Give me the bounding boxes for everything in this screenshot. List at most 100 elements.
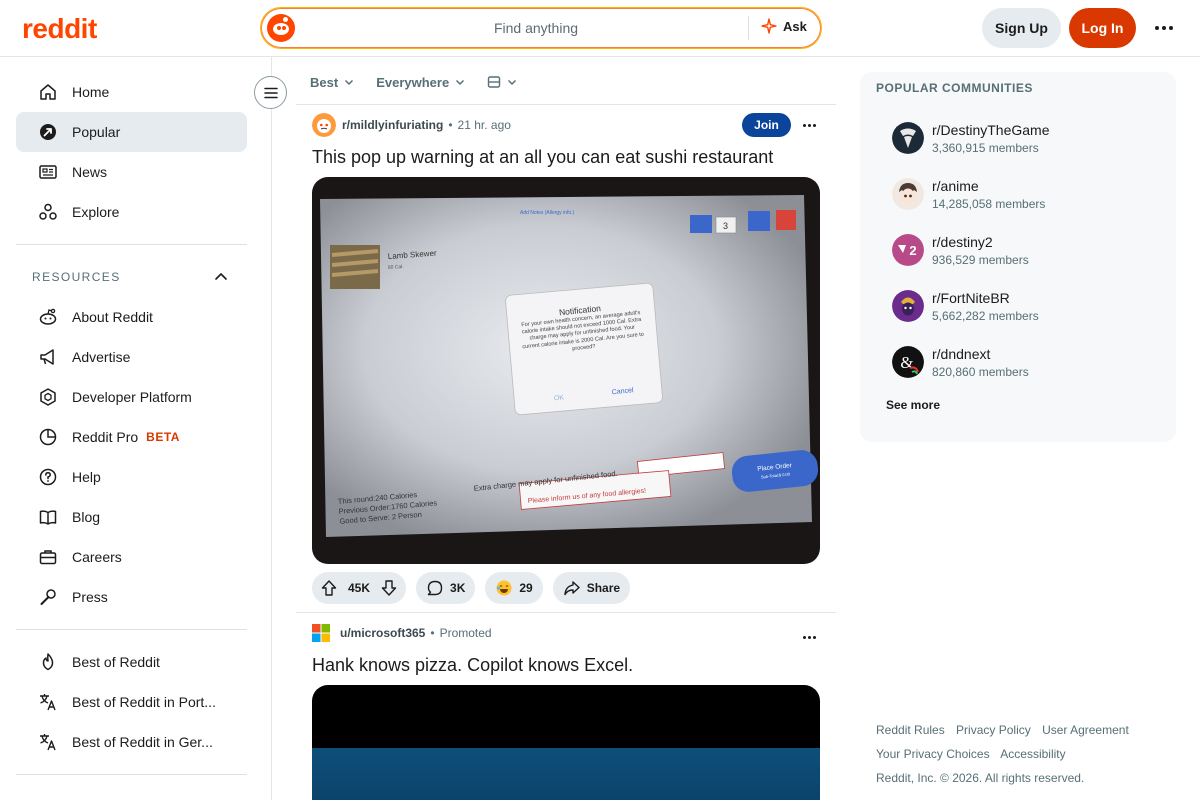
explore-icon [39,203,57,220]
sidebar-item-help[interactable]: Help [16,457,247,497]
laughing-award-icon [496,580,512,596]
sidebar-item-press[interactable]: Press [16,577,247,617]
subreddit-name[interactable]: r/mildlyinfuriating [342,118,443,132]
popular-icon [40,124,56,140]
footer-link-accessibility[interactable]: Accessibility [1000,747,1065,761]
post-divider [296,612,836,613]
comments-button[interactable]: 3K [416,572,476,604]
sidebar-item-label: Advertise [72,349,131,365]
sidebar-item-developer-platform[interactable]: Developer Platform [16,377,247,417]
footer-row: Reddit Rules Privacy Policy User Agreeme… [876,718,1176,742]
hexagon-icon [40,388,56,406]
view-dropdown[interactable] [487,75,517,89]
join-button[interactable]: Join [742,113,791,137]
chevron-up-icon[interactable] [214,271,228,281]
sidebar-item-about-reddit[interactable]: About Reddit [16,297,247,337]
community-item[interactable]: & r/dndnext 820,860 members [892,346,1142,386]
footer-link-privacy-policy[interactable]: Privacy Policy [956,723,1031,737]
subreddit-icon[interactable] [312,113,336,137]
post-more-icon[interactable] [803,633,819,641]
sidebar-item-home[interactable]: Home [16,72,247,112]
microsoft-logo-icon[interactable] [312,624,330,642]
book-icon [39,510,57,525]
feed-divider [296,104,836,105]
sidebar-item-label: Best of Reddit in Port... [72,694,216,710]
location-dropdown[interactable]: Everywhere [376,75,465,90]
see-more-button[interactable]: See more [886,398,940,412]
footer-row: Your Privacy Choices Accessibility [876,742,1176,766]
meta-separator: • [448,118,453,132]
vote-count: 45K [348,581,371,595]
home-icon [40,84,56,100]
video-frame [312,748,820,800]
chevron-down-icon [345,79,354,86]
post-meta: r/mildlyinfuriating • 21 hr. ago [312,113,511,137]
community-item[interactable]: r/anime 14,285,058 members [892,178,1142,218]
item-cal: 80 Cal. [388,264,404,271]
community-item[interactable]: r/DestinyTheGame 3,360,915 members [892,122,1142,162]
post-more-icon[interactable] [803,121,819,129]
dndnext-icon: & [892,346,924,378]
sort-dropdown[interactable]: Best [310,75,354,90]
search-bar[interactable]: Ask [260,7,822,49]
community-members: 14,285,058 members [932,197,1046,211]
community-members: 820,860 members [932,365,1029,379]
sort-label: Best [310,74,339,90]
sidebar-item-explore[interactable]: Explore [16,192,247,232]
footer-link-reddit-rules[interactable]: Reddit Rules [876,723,945,737]
award-count: 29 [519,581,533,595]
post-title[interactable]: Hank knows pizza. Copilot knows Excel. [312,655,633,676]
sidebar-item-label: Reddit Pro [72,429,139,445]
award-button[interactable]: 29 [485,572,543,604]
sidebar-item-popular[interactable]: Popular [16,112,247,152]
upvote-icon[interactable] [320,579,338,597]
downvote-icon[interactable] [380,579,398,597]
snoo-icon [267,14,295,42]
resources-header[interactable]: RESOURCES [32,270,121,284]
sparkle-icon [761,18,777,34]
footer: Reddit Rules Privacy Policy User Agreeme… [876,718,1176,790]
sidebar-item-label: Home [72,84,110,100]
briefcase-icon [39,550,57,565]
sidebar-item-blog[interactable]: Blog [16,497,247,537]
community-name: r/destiny2 [932,234,993,250]
tablet-photo: Add Notes (Allergy info.) 3 Lamb Skewer … [312,177,820,564]
more-options-icon[interactable] [1151,16,1177,40]
sidebar-item-advertise[interactable]: Advertise [16,337,247,377]
sidebar-item-reddit-pro[interactable]: Reddit Pro BETA [16,417,247,457]
qty-value: 3 [723,221,728,231]
promoted-video[interactable] [312,685,820,800]
log-in-button[interactable]: Log In [1069,8,1136,48]
sidebar-item-best-of-reddit-portuguese[interactable]: Best of Reddit in Port... [16,682,247,722]
community-item[interactable]: r/FortNiteBR 5,662,282 members [892,290,1142,330]
dnd-glyph: & [900,353,913,372]
translate-icon [40,734,56,751]
left-sidebar: Home Popular News Explore RESOURCES Abou… [0,57,272,800]
sidebar-item-label: Popular [72,124,121,140]
sidebar-item-label: Best of Reddit [72,654,160,670]
sidebar-item-careers[interactable]: Careers [16,537,247,577]
post-title[interactable]: This pop up warning at an all you can ea… [312,147,773,168]
sidebar-item-label: Careers [72,549,122,565]
search-input[interactable] [311,8,761,47]
anime-icon [892,178,924,210]
sign-up-button[interactable]: Sign Up [982,8,1061,48]
sidebar-item-label: Best of Reddit in Ger... [72,734,213,750]
sidebar-item-news[interactable]: News [16,152,247,192]
footer-link-privacy-choices[interactable]: Your Privacy Choices [876,747,990,761]
sidebar-item-best-of-reddit[interactable]: Best of Reddit [16,642,247,682]
community-name: r/anime [932,178,979,194]
share-button[interactable]: Share [552,572,631,604]
user-name[interactable]: u/microsoft365 [340,626,425,640]
copyright: Reddit, Inc. © 2026. All rights reserved… [876,771,1085,785]
community-item[interactable]: 2 r/destiny2 936,529 members [892,234,1142,274]
reddit-logo[interactable]: reddit [22,13,97,45]
collapse-sidebar-button[interactable] [254,76,287,109]
sidebar-item-label: News [72,164,108,180]
ask-button[interactable]: Ask [761,18,807,34]
sidebar-item-label: Explore [72,204,120,220]
post-image[interactable]: Add Notes (Allergy info.) 3 Lamb Skewer … [312,177,820,564]
sidebar-divider [16,244,247,245]
footer-link-user-agreement[interactable]: User Agreement [1042,723,1129,737]
sidebar-item-best-of-reddit-german[interactable]: Best of Reddit in Ger... [16,722,247,762]
